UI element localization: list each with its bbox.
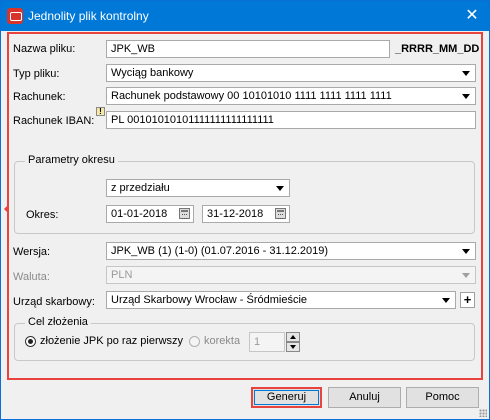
date-to-input[interactable]: 31-12-2018 <box>202 205 290 223</box>
period-range-value: z przedziału <box>111 182 170 194</box>
resize-grip[interactable] <box>479 409 487 417</box>
add-tax-office-button[interactable]: + <box>460 292 475 308</box>
purpose-group-title: Cel złożenia <box>25 316 91 328</box>
generate-button[interactable]: Generuj <box>251 387 322 408</box>
account-select[interactable]: Rachunek podstawowy 00 10101010 1111 111… <box>106 87 476 105</box>
stepper-down-icon[interactable] <box>286 342 300 352</box>
version-select[interactable]: JPK_WB (1) (1-0) (01.07.2016 - 31.12.201… <box>106 242 476 260</box>
calendar-icon[interactable] <box>179 208 190 219</box>
currency-value: PLN <box>111 269 133 281</box>
date-from-input[interactable]: 01-01-2018 <box>106 205 194 223</box>
correction-number-input: 1 <box>249 332 285 352</box>
iban-label: Rachunek IBAN: <box>13 115 95 127</box>
help-button[interactable]: Pomoc <box>406 387 479 408</box>
account-value: Rachunek podstawowy 00 10101010 1111 111… <box>111 90 392 102</box>
version-value: JPK_WB (1) (1-0) (01.07.2016 - 31.12.201… <box>111 245 329 257</box>
panel-marker <box>4 205 8 213</box>
correction-radio <box>189 336 200 347</box>
chevron-down-icon <box>462 71 470 76</box>
period-label: Okres: <box>26 209 59 221</box>
date-from-value: 01-01-2018 <box>111 208 168 220</box>
tax-office-select[interactable]: Urząd Skarbowy Wrocław - Śródmieście <box>106 291 456 309</box>
app-icon <box>7 8 23 24</box>
form-panel: Nazwa pliku: JPK_WB _RRRR_MM_DD Typ plik… <box>4 32 483 380</box>
chevron-down-icon <box>462 273 470 278</box>
file-type-value: Wyciąg bankowy <box>111 67 194 79</box>
calendar-icon[interactable] <box>275 208 286 219</box>
chevron-down-icon <box>462 249 470 254</box>
file-name-suffix: _RRRR_MM_DD <box>395 43 480 55</box>
button-bar: Generuj Anuluj Pomoc <box>1 381 489 419</box>
warning-icon: ! <box>96 107 105 116</box>
version-label: Wersja: <box>13 246 51 258</box>
first-submission-label[interactable]: złożenie JPK po raz pierwszy <box>40 335 183 347</box>
window-title: Jednolity plik kontrolny <box>28 9 149 23</box>
date-to-value: 31-12-2018 <box>207 208 264 220</box>
file-type-label: Typ pliku: <box>13 68 60 80</box>
file-type-select[interactable]: Wyciąg bankowy <box>106 64 476 82</box>
period-range-select[interactable]: z przedziału <box>106 179 290 197</box>
iban-input[interactable]: PL 00101010101111111111111111 <box>106 111 476 129</box>
chevron-down-icon <box>276 186 284 191</box>
period-group-title: Parametry okresu <box>25 154 118 166</box>
chevron-down-icon <box>462 94 470 99</box>
stepper-up-icon[interactable] <box>286 332 300 342</box>
generate-button-label: Generuj <box>254 390 319 405</box>
chevron-down-icon <box>442 298 450 303</box>
file-name-input[interactable]: JPK_WB <box>106 40 390 58</box>
correction-label: korekta <box>204 335 241 347</box>
first-submission-radio[interactable] <box>25 336 36 347</box>
close-icon[interactable]: ✕ <box>455 1 489 31</box>
tax-office-label: Urząd skarbowy: <box>13 296 95 308</box>
file-name-label: Nazwa pliku: <box>13 43 76 55</box>
cancel-button[interactable]: Anuluj <box>328 387 401 408</box>
account-label: Rachunek: <box>13 91 66 103</box>
dialog-window: Jednolity plik kontrolny ✕ Nazwa pliku: … <box>0 0 490 420</box>
currency-label: Waluta: <box>13 271 50 283</box>
tax-office-value: Urząd Skarbowy Wrocław - Śródmieście <box>111 294 308 306</box>
correction-stepper[interactable] <box>286 332 300 352</box>
currency-select: PLN <box>106 266 476 284</box>
period-group: Parametry okresu z przedziału Okres: 01-… <box>14 154 475 234</box>
purpose-group: Cel złożenia złożenie JPK po raz pierwsz… <box>14 316 475 361</box>
title-bar: Jednolity plik kontrolny ✕ <box>1 1 489 31</box>
